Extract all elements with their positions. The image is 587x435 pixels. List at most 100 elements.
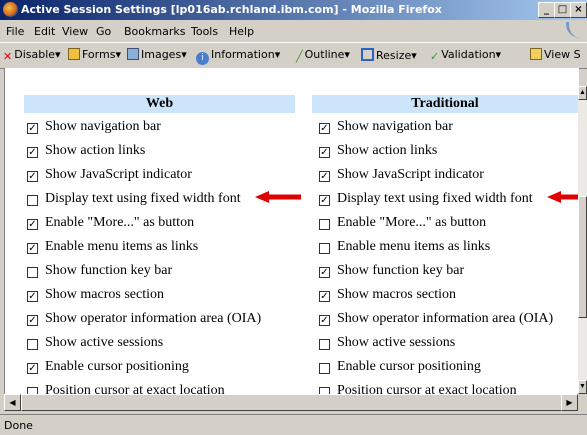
traditional-setting-checkbox[interactable]: [319, 243, 330, 254]
web-setting-label: Show macros section: [45, 287, 164, 302]
traditional-setting-checkbox[interactable]: ✓: [319, 123, 330, 134]
menu-go[interactable]: Go: [96, 25, 111, 38]
resize-label: Resize: [376, 49, 412, 62]
web-setting-checkbox[interactable]: ✓: [27, 363, 38, 374]
information-icon: i: [196, 52, 209, 65]
minimize-button[interactable]: _: [538, 2, 555, 18]
menu-tools[interactable]: Tools: [191, 25, 218, 38]
outline-label: Outline: [304, 48, 345, 61]
traditional-setting-label: Show operator information area (OIA): [337, 311, 554, 326]
web-developer-toolbar: ✕ Disable▾ Forms▾ Images▾ i Information▾ ╱…: [0, 42, 587, 69]
traditional-setting-label: Enable cursor positioning: [337, 359, 481, 374]
web-column-header: Web: [24, 95, 295, 113]
traditional-setting-checkbox[interactable]: [319, 219, 330, 230]
web-setting-checkbox[interactable]: ✓: [27, 171, 38, 182]
page-top-strip: [4, 68, 579, 86]
traditional-setting-label: Show action links: [337, 143, 438, 158]
web-setting-label: Show action links: [45, 143, 146, 158]
validation-menu[interactable]: ✓ Validation▾: [430, 48, 501, 63]
web-setting-label: Show JavaScript indicator: [45, 167, 192, 182]
web-setting-label: Display text using fixed width font: [45, 191, 241, 206]
information-menu[interactable]: i Information▾: [196, 48, 280, 65]
traditional-setting-label: Show navigation bar: [337, 119, 453, 134]
menu-bookmarks[interactable]: Bookmarks: [124, 25, 185, 38]
traditional-setting-checkbox[interactable]: [319, 387, 330, 394]
disable-label: Disable: [14, 48, 56, 61]
menu-help[interactable]: Help: [229, 25, 254, 38]
vertical-scrollbar[interactable]: ▲ ▼: [578, 86, 587, 394]
traditional-setting-checkbox[interactable]: ✓: [319, 315, 330, 326]
web-setting-checkbox[interactable]: ✓: [27, 315, 38, 326]
web-setting-checkbox[interactable]: ✓: [27, 123, 38, 134]
throbber-icon: [566, 22, 583, 38]
traditional-setting-checkbox[interactable]: [319, 363, 330, 374]
information-label: Information: [211, 48, 275, 61]
web-setting-label: Enable menu items as links: [45, 239, 199, 254]
images-label: Images: [141, 48, 182, 61]
forms-menu[interactable]: Forms▾: [68, 48, 121, 61]
red-arrow-web-icon: [255, 191, 301, 203]
traditional-setting-checkbox[interactable]: ✓: [319, 171, 330, 182]
view-source-label: View S: [544, 48, 581, 61]
traditional-setting-label: Show JavaScript indicator: [337, 167, 484, 182]
disable-menu[interactable]: ✕ Disable▾: [3, 48, 61, 63]
images-menu[interactable]: Images▾: [127, 48, 187, 61]
pencil-icon: ╱: [296, 50, 303, 63]
traditional-setting-checkbox[interactable]: ✓: [319, 147, 330, 158]
images-icon: [127, 48, 139, 60]
forms-icon: [68, 48, 80, 60]
web-setting-checkbox[interactable]: [27, 387, 38, 394]
resize-menu[interactable]: Resize▾: [361, 48, 417, 62]
view-source-icon: [530, 48, 542, 60]
window-title: Active Session Settings [lp016ab.rchland…: [21, 3, 442, 16]
traditional-column-header: Traditional: [312, 95, 578, 113]
scroll-right-button[interactable]: ▶: [561, 394, 578, 411]
vertical-scroll-thumb[interactable]: [578, 196, 587, 318]
menu-edit[interactable]: Edit: [34, 25, 55, 38]
disable-icon: ✕: [3, 50, 13, 63]
web-setting-checkbox[interactable]: ✓: [27, 219, 38, 230]
forms-label: Forms: [82, 48, 116, 61]
web-setting-checkbox[interactable]: [27, 339, 38, 350]
traditional-setting-label: Position cursor at exact location: [337, 383, 517, 394]
traditional-setting-checkbox[interactable]: ✓: [319, 291, 330, 302]
traditional-setting-label: Show macros section: [337, 287, 456, 302]
menu-view[interactable]: View: [62, 25, 88, 38]
scroll-down-button[interactable]: ▼: [578, 380, 587, 394]
resize-icon: [361, 48, 374, 61]
web-setting-label: Show function key bar: [45, 263, 173, 278]
horizontal-scroll-thumb[interactable]: [21, 394, 563, 411]
web-setting-checkbox[interactable]: [27, 195, 38, 206]
maximize-button[interactable]: □: [554, 2, 571, 18]
web-setting-label: Enable cursor positioning: [45, 359, 189, 374]
web-setting-checkbox[interactable]: ✓: [27, 291, 38, 302]
web-setting-label: Show active sessions: [45, 335, 164, 350]
traditional-setting-label: Show active sessions: [337, 335, 456, 350]
traditional-setting-label: Enable "More..." as button: [337, 215, 487, 230]
traditional-setting-label: Display text using fixed width font: [337, 191, 533, 206]
horizontal-scrollbar[interactable]: ◀ ▶: [4, 394, 578, 411]
view-source-menu[interactable]: View S: [530, 48, 581, 61]
validation-label: Validation: [441, 48, 496, 61]
traditional-setting-checkbox[interactable]: [319, 339, 330, 350]
web-setting-checkbox[interactable]: ✓: [27, 147, 38, 158]
scroll-up-button[interactable]: ▲: [578, 86, 587, 100]
status-bar: Done: [0, 414, 587, 435]
web-setting-checkbox[interactable]: ✓: [27, 243, 38, 254]
web-setting-checkbox[interactable]: [27, 267, 38, 278]
traditional-setting-label: Show function key bar: [337, 263, 465, 278]
scroll-left-button[interactable]: ◀: [4, 394, 21, 411]
traditional-setting-label: Enable menu items as links: [337, 239, 491, 254]
web-setting-label: Show navigation bar: [45, 119, 161, 134]
menu-file[interactable]: File: [6, 25, 24, 38]
web-setting-label: Show operator information area (OIA): [45, 311, 262, 326]
traditional-setting-checkbox[interactable]: ✓: [319, 267, 330, 278]
firefox-icon: [3, 2, 18, 17]
title-bar: Active Session Settings [lp016ab.rchland…: [0, 0, 587, 20]
red-arrow-traditional-icon: [547, 191, 579, 203]
traditional-setting-checkbox[interactable]: ✓: [319, 195, 330, 206]
outline-menu[interactable]: ╱ Outline▾: [296, 48, 350, 63]
status-text: Done: [4, 419, 33, 432]
close-button[interactable]: ×: [570, 2, 587, 18]
validation-icon: ✓: [430, 50, 440, 63]
